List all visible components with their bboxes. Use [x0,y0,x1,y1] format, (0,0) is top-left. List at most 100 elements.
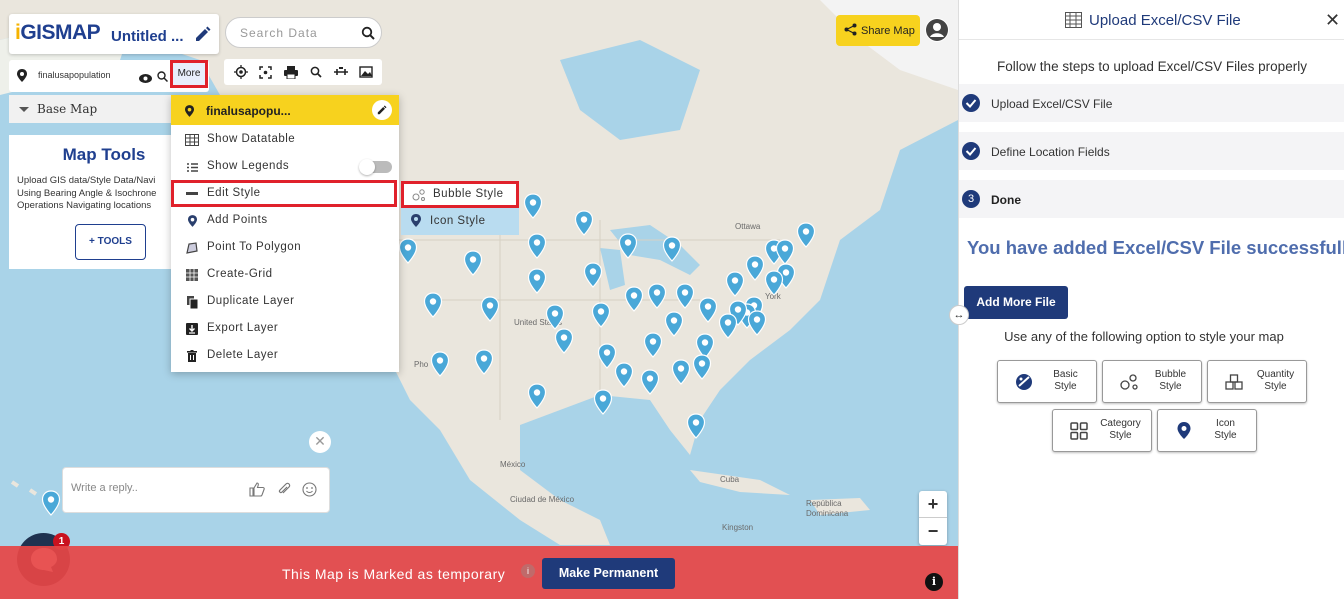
map-marker-icon[interactable] [671,359,691,385]
map-label-ottawa: Ottawa [735,222,761,231]
share-map-button[interactable]: Share Map [836,15,920,46]
map-marker-icon[interactable] [545,304,565,330]
map-marker-icon[interactable] [430,351,450,377]
map-marker-icon[interactable] [662,236,682,262]
menu-item-edit-style[interactable]: Edit Style [171,180,397,207]
upload-panel-header: Upload Excel/CSV File ✕ [959,0,1344,40]
map-marker-icon[interactable] [796,222,816,248]
zoom-search-icon[interactable] [308,64,324,80]
emoji-icon[interactable] [302,482,317,502]
chat-reply-input[interactable] [71,482,231,494]
map-label-mexico-city: Ciudad de México [510,495,575,504]
map-marker-icon[interactable] [591,302,611,328]
add-more-file-button[interactable]: Add More File [964,286,1068,319]
print-icon[interactable] [283,64,299,80]
info-icon[interactable]: i [521,564,535,578]
quantity-style-button[interactable]: Quantity Style [1207,360,1307,403]
more-button[interactable]: More [170,60,208,88]
map-marker-icon[interactable] [474,349,494,375]
menu-item-create-grid[interactable]: Create-Grid [171,261,399,288]
map-marker-icon[interactable] [675,283,695,309]
map-marker-icon[interactable] [527,268,547,294]
submenu-icon-style[interactable]: Icon Style [401,208,519,235]
map-marker-icon[interactable] [527,383,547,409]
map-marker-icon[interactable] [647,283,667,309]
menu-item-show-legends[interactable]: Show Legends [171,153,399,180]
map-marker-icon[interactable] [463,250,483,276]
menu-item-show-datatable[interactable]: Show Datatable [171,126,399,153]
map-marker-icon[interactable] [423,292,443,318]
map-label-dominicana: Dominicana [806,509,849,518]
layer-name: finalusapopulation [38,70,111,80]
map-pin-icon [185,104,194,122]
map-marker-icon[interactable] [398,238,418,264]
map-marker-icon[interactable] [41,490,61,516]
menu-item-export-layer[interactable]: Export Layer [171,315,399,342]
map-marker-icon[interactable] [764,270,784,296]
map-info-icon[interactable]: i [925,573,943,591]
show-legends-toggle[interactable] [359,159,392,175]
close-chat-icon[interactable]: ✕ [309,431,331,453]
map-marker-icon[interactable] [747,310,767,336]
map-marker-icon[interactable] [618,233,638,259]
map-marker-icon[interactable] [692,354,712,380]
make-permanent-button[interactable]: Make Permanent [542,558,675,589]
map-marker-icon[interactable] [574,210,594,236]
fullscreen-icon[interactable] [258,64,274,80]
user-account-icon[interactable] [925,18,949,42]
map-pin-icon [411,214,425,228]
map-marker-icon[interactable] [725,271,745,297]
menu-item-add-points[interactable]: Add Points [171,207,399,234]
map-marker-icon[interactable] [593,389,613,415]
locate-icon[interactable] [233,64,249,80]
close-panel-icon[interactable]: ✕ [1325,10,1340,31]
map-marker-icon[interactable] [554,328,574,354]
zoom-to-layer-icon[interactable] [157,69,169,87]
map-marker-icon[interactable] [527,233,547,259]
zoom-in-button[interactable]: + [919,491,947,518]
igismap-logo[interactable]: iGISMAP [15,21,101,45]
rename-pencil-icon[interactable] [372,100,392,120]
search-icon[interactable] [361,26,375,45]
map-marker-icon[interactable] [745,255,765,281]
map-marker-icon[interactable] [698,297,718,323]
map-marker-icon[interactable] [643,332,663,358]
menu-item-point-to-polygon[interactable]: Point To Polygon [171,234,399,261]
map-marker-icon[interactable] [664,311,684,337]
map-marker-icon[interactable] [718,313,738,339]
map-marker-icon[interactable] [614,362,634,388]
menu-item-delete-layer[interactable]: Delete Layer [171,342,399,369]
panel-resize-handle[interactable]: ↔ [949,305,969,325]
map-marker-icon[interactable] [583,262,603,288]
map-marker-icon[interactable] [775,239,795,265]
submenu-bubble-style[interactable]: Bubble Style [401,181,519,208]
category-style-button[interactable]: Category Style [1052,409,1152,452]
bubble-style-button[interactable]: Bubble Style [1102,360,1202,403]
edit-pencil-icon[interactable] [193,24,213,44]
map-marker-icon[interactable] [523,193,543,219]
tools-button[interactable]: + TOOLS [75,224,146,260]
visibility-eye-icon[interactable] [139,70,152,88]
measure-icon[interactable] [333,64,349,80]
temporary-map-banner: This Map is Marked as temporary i Make P… [0,546,958,599]
spreadsheet-icon [1065,12,1082,33]
style-prompt: Use any of the following option to style… [1004,329,1284,344]
map-marker-icon[interactable] [624,286,644,312]
thumbs-up-icon[interactable] [249,482,265,502]
menu-item-duplicate-layer[interactable]: Duplicate Layer [171,288,399,315]
category-icon [1069,421,1089,441]
zoom-out-button[interactable]: − [919,518,947,545]
map-marker-icon[interactable] [686,413,706,439]
project-title[interactable]: Untitled ... [111,28,184,45]
search-input[interactable] [240,24,350,42]
base-map-label: Base Map [37,102,98,116]
attachment-icon[interactable] [277,482,291,502]
basic-style-button[interactable]: Basic Style [997,360,1097,403]
icon-style-button[interactable]: Icon Style [1157,409,1257,452]
basemap-layers-icon[interactable] [358,64,374,80]
map-marker-icon[interactable] [480,296,500,322]
map-marker-icon[interactable] [640,369,660,395]
check-icon [962,142,980,160]
map-label-phoenix: Pho [414,360,429,369]
map-toolbar [224,59,382,85]
